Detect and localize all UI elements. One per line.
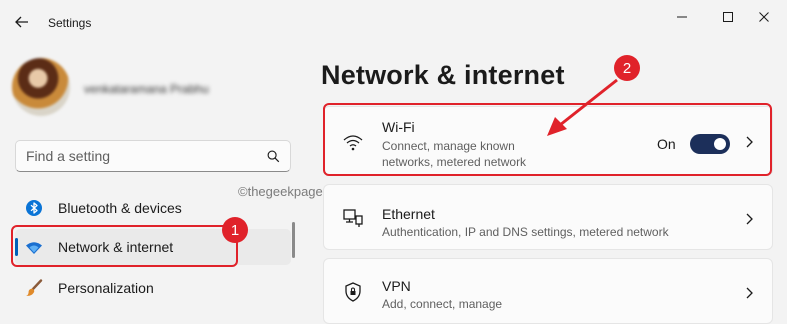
annotation-arrow [547, 78, 618, 136]
